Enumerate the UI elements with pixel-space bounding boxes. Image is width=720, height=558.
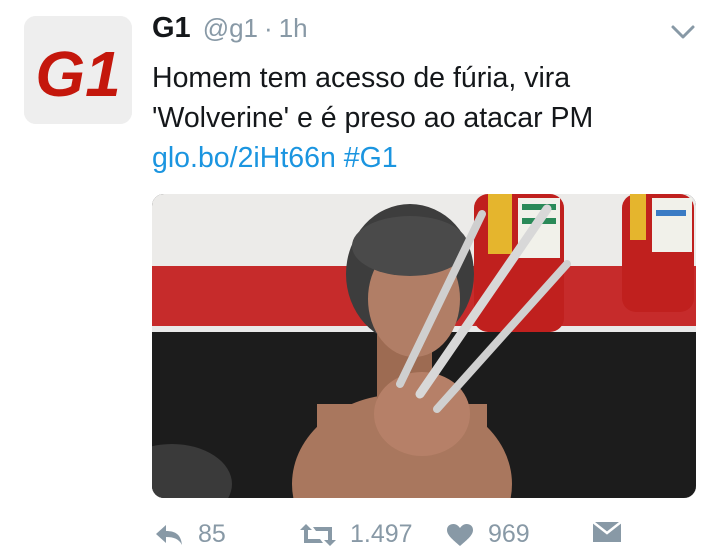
direct-message-icon (592, 521, 622, 542)
reply-count: 85 (198, 520, 226, 548)
chevron-down-icon[interactable] (670, 22, 696, 42)
avatar[interactable]: G1 (24, 16, 132, 124)
like-button[interactable]: 969 (446, 520, 530, 549)
avatar-logo-text: G1 (35, 38, 120, 110)
tweet-hashtag[interactable]: #G1 (344, 142, 398, 174)
timestamp[interactable]: 1h (279, 13, 308, 44)
retweet-button[interactable]: 1.497 (300, 520, 413, 549)
tweet-header: G1 @g1 · 1h (152, 12, 308, 48)
tweet-text-line-2: 'Wolverine' e é preso ao atacar PM (152, 102, 594, 134)
author-handle[interactable]: @g1 (203, 13, 258, 44)
like-count: 969 (488, 520, 530, 548)
reply-icon (156, 524, 182, 545)
tweet-actions: 85 1.497 969 (152, 516, 696, 556)
author-name[interactable]: G1 (152, 12, 191, 45)
direct-message-button[interactable] (592, 520, 636, 544)
heart-icon (447, 523, 473, 546)
tweet-text-line-1: Homem tem acesso de fúria, vira (152, 62, 571, 94)
tweet-link[interactable]: glo.bo/2iHt66n (152, 142, 336, 174)
tweet-text: Homem tem acesso de fúria, vira 'Wolveri… (152, 58, 692, 178)
retweet-count: 1.497 (350, 520, 413, 548)
retweet-icon (300, 523, 336, 546)
g1-logo: G1 (24, 16, 132, 124)
tweet-photo[interactable] (152, 194, 696, 498)
reply-button[interactable]: 85 (154, 520, 226, 549)
header-separator: · (264, 13, 273, 43)
